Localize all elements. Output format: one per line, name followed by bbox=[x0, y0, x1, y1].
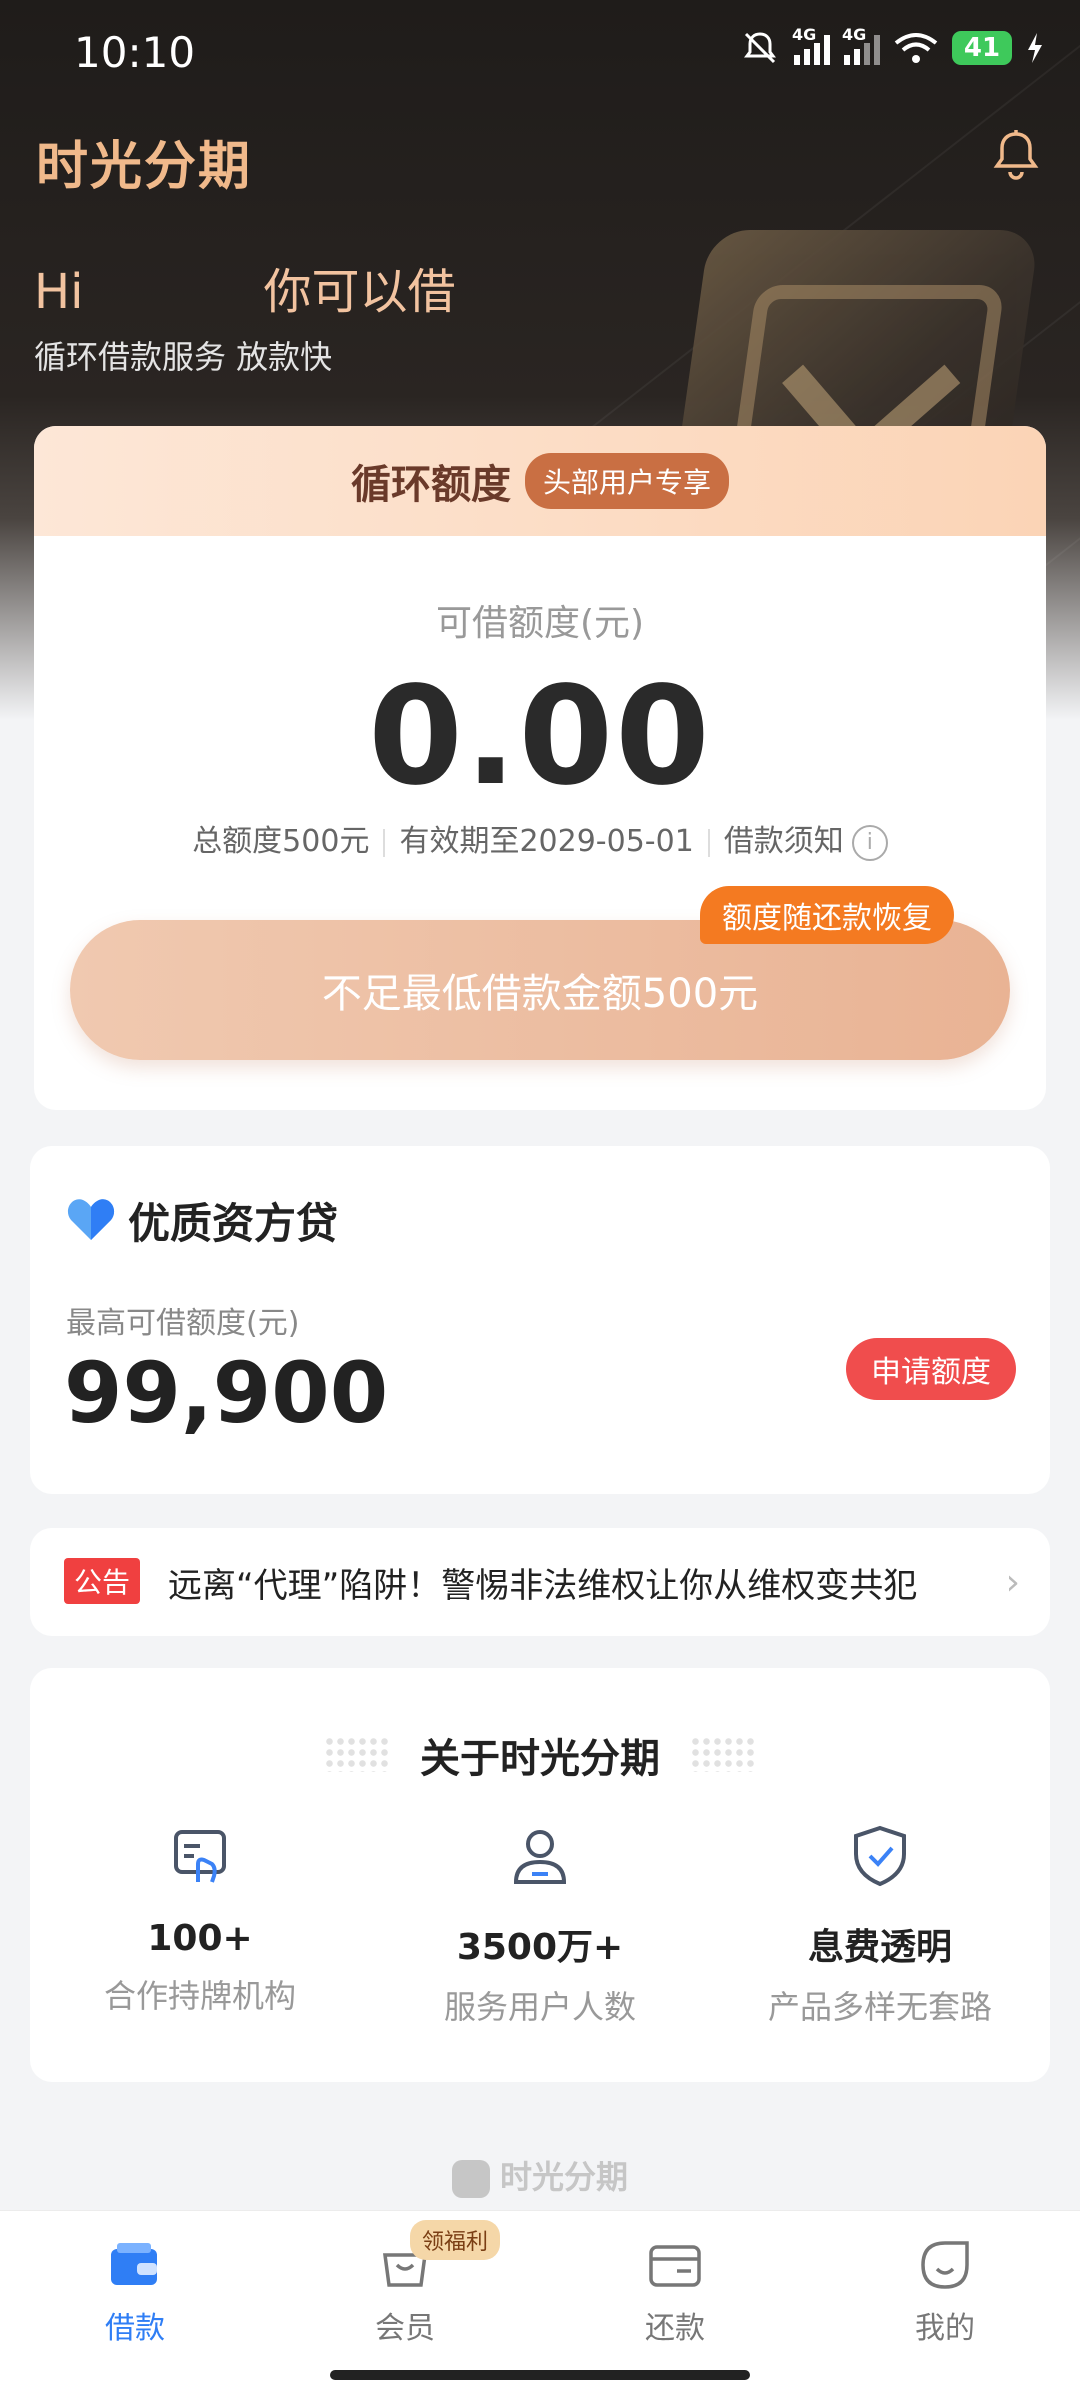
announcement-tag: 公告 bbox=[64, 1558, 140, 1604]
tab-member[interactable]: 会员 bbox=[270, 2239, 540, 2347]
about-card: 关于时光分期 100+ 合作持牌机构 3500万+ 服务用户人数 息费透明 产品… bbox=[30, 1668, 1050, 2082]
mute-icon bbox=[744, 32, 776, 64]
shield-check-icon bbox=[854, 1825, 906, 1887]
charging-icon bbox=[1028, 33, 1042, 63]
credit-card-header: 循环额度 头部用户专享 bbox=[34, 426, 1046, 536]
announcement-text: 远离“代理”陷阱！警惕非法维权让你从维权变共犯 bbox=[168, 1566, 918, 1606]
tab-mine[interactable]: 我的 bbox=[810, 2239, 1080, 2347]
available-amount: 0.00 bbox=[368, 658, 712, 816]
expiry-date: 有效期至2029-05-01 bbox=[399, 824, 694, 859]
stat-partners: 100+ 合作持牌机构 bbox=[30, 1824, 370, 2017]
about-title: 关于时光分期 bbox=[420, 1736, 660, 1782]
user-icon bbox=[513, 1830, 567, 1884]
premium-loan-card[interactable]: 优质资方贷 最高可借额度(元) 99,900 申请额度 bbox=[30, 1146, 1050, 1494]
bell-icon[interactable] bbox=[993, 130, 1039, 180]
vip-badge: 头部用户专享 bbox=[524, 453, 729, 509]
stat-users: 3500万+ 服务用户人数 bbox=[370, 1824, 710, 2028]
max-amount: 99,900 bbox=[64, 1344, 389, 1442]
footer-logo: 时光分期 bbox=[0, 2152, 1080, 2198]
greeting-subtitle: 循环借款服务 放款快 bbox=[34, 338, 333, 376]
heart-icon bbox=[67, 1199, 115, 1240]
max-amount-label: 最高可借额度(元) bbox=[66, 1306, 300, 1341]
announcement-bar[interactable]: 公告 远离“代理”陷阱！警惕非法维权让你从维权变共犯 › bbox=[30, 1528, 1050, 1636]
brand-logo: 时光分期 bbox=[36, 137, 253, 197]
signal-icon: 4G bbox=[842, 25, 880, 65]
status-time: 10:10 bbox=[74, 28, 196, 77]
tab-borrow[interactable]: 借款 bbox=[0, 2239, 270, 2347]
info-icon[interactable]: i bbox=[851, 824, 888, 861]
tab-repay[interactable]: 还款 bbox=[540, 2239, 810, 2347]
loan-notice-link[interactable]: 借款须知 bbox=[724, 824, 844, 859]
institution-icon bbox=[174, 1830, 226, 1883]
profile-face-icon bbox=[921, 2241, 969, 2289]
greeting: Hi 你可以借 bbox=[34, 264, 456, 320]
credit-card-title: 循环额度 bbox=[350, 462, 511, 508]
status-bar: 10:10 4G 4G 41 bbox=[0, 0, 1080, 105]
recovery-tooltip: 额度随还款恢复 bbox=[700, 886, 954, 944]
credit-meta: 总额度500元 有效期至2029-05-01 借款须知 i bbox=[34, 816, 1046, 861]
wifi-icon bbox=[894, 33, 938, 63]
wallet-icon bbox=[111, 2243, 157, 2285]
card-icon bbox=[649, 2245, 701, 2287]
available-label: 可借额度(元) bbox=[435, 603, 645, 644]
total-limit: 总额度500元 bbox=[192, 824, 370, 859]
stat-transparency: 息费透明 产品多样无套路 bbox=[710, 1824, 1050, 2028]
app-logo-icon bbox=[451, 2160, 490, 2198]
apply-limit-button[interactable]: 申请额度 bbox=[846, 1338, 1016, 1400]
chevron-right-icon: › bbox=[1005, 1562, 1020, 1603]
signal-icon: 4G bbox=[792, 25, 830, 65]
member-benefit-badge: 领福利 bbox=[410, 2220, 501, 2260]
premium-loan-title: 优质资方贷 bbox=[128, 1199, 339, 1248]
battery-icon: 41 bbox=[952, 31, 1012, 65]
home-indicator[interactable] bbox=[330, 2370, 750, 2380]
credit-card: 循环额度 头部用户专享 可借额度(元) 0.00 总额度500元 有效期至2029… bbox=[34, 426, 1046, 1110]
